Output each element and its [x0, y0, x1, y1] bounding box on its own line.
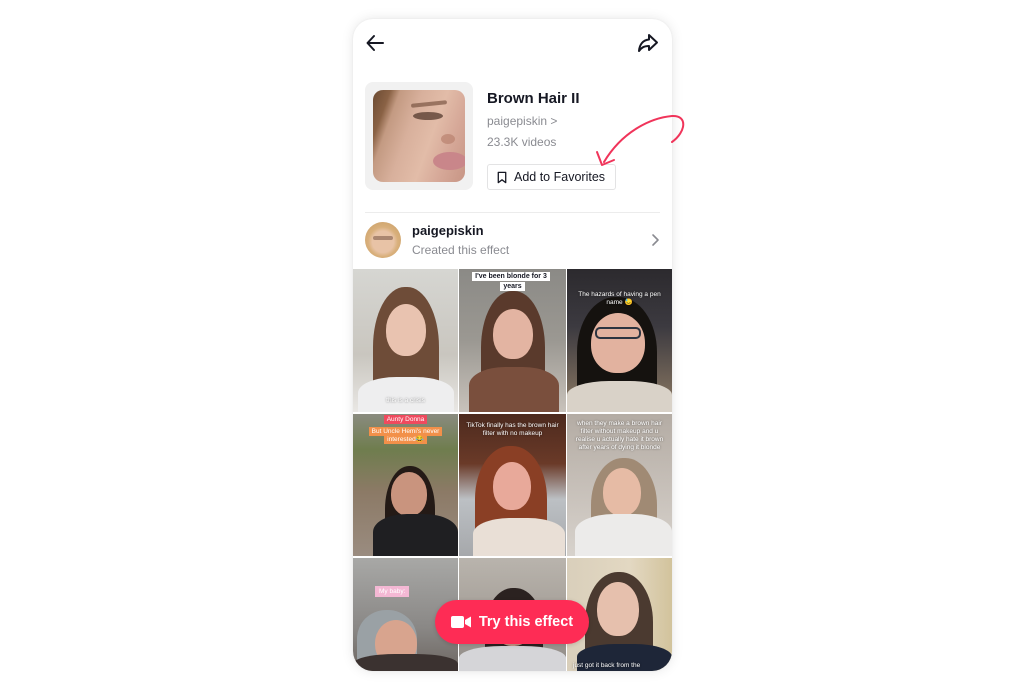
share-arrow-icon — [638, 34, 658, 52]
video-caption: The hazards of having a pen name 😓 — [578, 291, 661, 306]
effect-thumbnail-image — [373, 90, 465, 182]
share-button[interactable] — [636, 31, 660, 55]
video-tile[interactable]: this is a crisis — [353, 269, 458, 412]
creator-name: paigepiskin — [412, 223, 484, 238]
phone-frame: Brown Hair II paigepiskin > 23.3K videos… — [353, 19, 672, 671]
try-this-effect-label: Try this effect — [478, 614, 574, 630]
creator-avatar — [365, 222, 401, 258]
video-caption-top: Aunty Donna — [353, 415, 458, 424]
video-caption: when they make a brown hair filter witho… — [575, 420, 664, 451]
effect-header: Brown Hair II paigepiskin > 23.3K videos… — [365, 82, 665, 192]
video-tile[interactable]: I've been blonde for 3 years — [459, 269, 566, 412]
video-caption: just got it back from the — [573, 662, 641, 669]
video-count: 23.3K videos — [487, 135, 557, 149]
try-this-effect-button[interactable]: Try this effect — [435, 600, 589, 644]
arrow-left-icon — [366, 35, 384, 51]
add-to-favorites-button[interactable]: Add to Favorites — [487, 164, 617, 190]
video-caption: this is a crisis — [386, 397, 425, 404]
creator-link[interactable]: paigepiskin > — [487, 114, 557, 128]
divider — [365, 212, 660, 213]
add-to-favorites-label: Add to Favorites — [514, 170, 606, 184]
bookmark-icon — [497, 171, 507, 183]
creator-row[interactable]: paigepiskin Created this effect — [353, 215, 672, 267]
video-tile[interactable]: Aunty Donna But Uncle Hemi's never inter… — [353, 414, 458, 556]
video-caption: TikTok finally has the brown hair filter… — [466, 422, 559, 437]
effect-thumbnail — [365, 82, 473, 190]
video-tile[interactable]: TikTok finally has the brown hair filter… — [459, 414, 566, 556]
chevron-right-icon — [652, 234, 659, 246]
video-caption: But Uncle Hemi's never interested😂 — [353, 427, 458, 444]
video-caption: My baby: — [353, 586, 458, 597]
video-tile[interactable]: The hazards of having a pen name 😓 — [567, 269, 672, 412]
back-button[interactable] — [364, 31, 388, 55]
effect-title: Brown Hair II — [487, 90, 580, 107]
video-tile[interactable]: when they make a brown hair filter witho… — [567, 414, 672, 556]
video-caption: I've been blonde for 3 years — [459, 272, 566, 292]
video-camera-icon — [450, 616, 471, 628]
creator-subtitle: Created this effect — [412, 243, 510, 257]
top-bar — [353, 19, 672, 65]
